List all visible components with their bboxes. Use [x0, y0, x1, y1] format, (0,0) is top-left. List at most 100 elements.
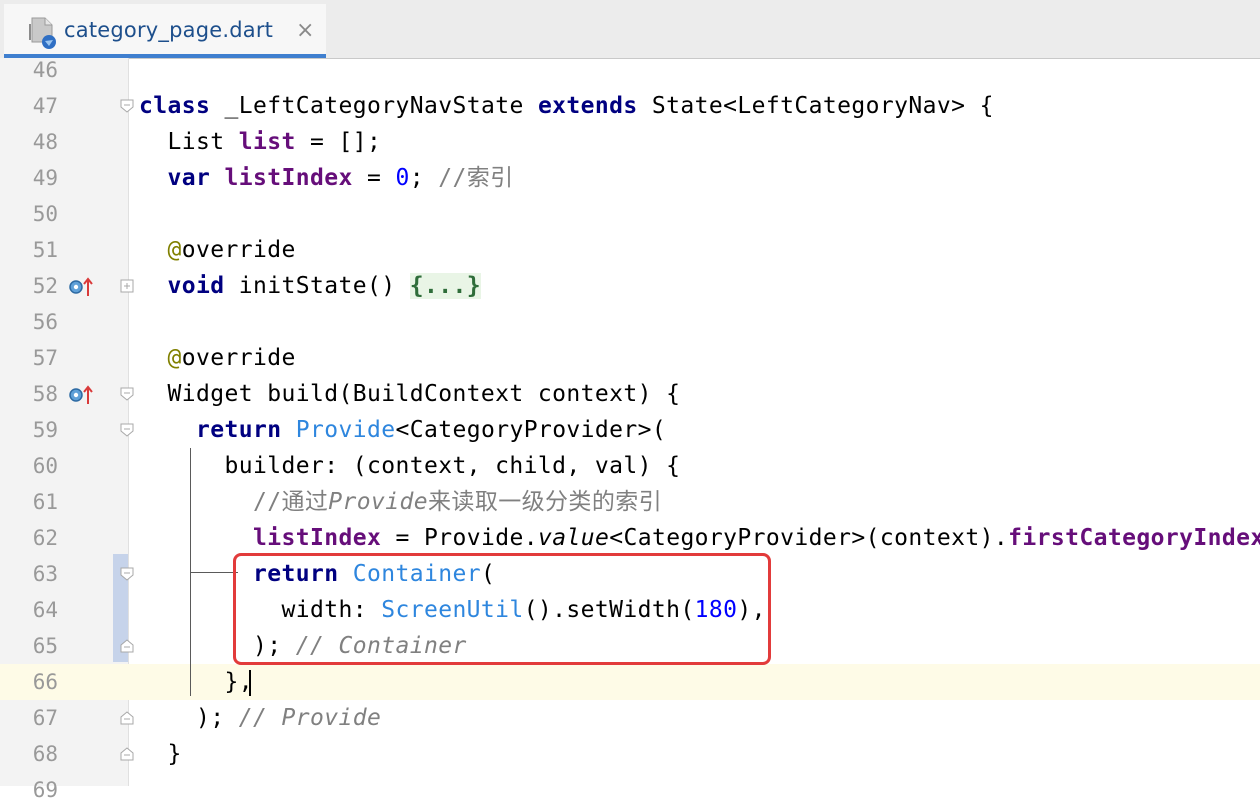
line-number: 50: [32, 202, 58, 226]
line-number: 58: [32, 382, 58, 406]
line-number: 63: [32, 562, 58, 586]
code-token: @: [167, 237, 182, 263]
code-token: State<LeftCategoryNav> {: [637, 93, 994, 119]
code-line[interactable]: 58 Widget build(BuildContext context) {: [0, 376, 1260, 412]
code-line[interactable]: 57 @override: [0, 340, 1260, 376]
code-text[interactable]: builder: (context, child, val) {: [139, 448, 680, 484]
fold-collapse-icon[interactable]: [119, 710, 135, 726]
line-number: 67: [32, 706, 58, 730]
code-token: listIndex: [224, 165, 353, 191]
code-token: <CategoryProvider>(context).: [609, 525, 1009, 551]
code-line[interactable]: 51 @override: [0, 232, 1260, 268]
code-token: List: [139, 129, 239, 155]
code-token: class: [139, 93, 211, 119]
fold-collapse-icon[interactable]: [119, 386, 135, 402]
highlight-annotation-box: [233, 553, 771, 665]
line-number: 62: [32, 526, 58, 550]
line-number: 49: [32, 166, 58, 190]
override-marker-icon[interactable]: [68, 384, 94, 406]
line-number: 56: [32, 310, 58, 334]
code-line[interactable]: 52 void initState() {...}: [0, 268, 1260, 304]
tab-title: category_page.dart: [64, 18, 274, 42]
code-line[interactable]: 62 listIndex = Provide.value<CategoryPro…: [0, 520, 1260, 556]
code-token: 来读取一级分类的索引: [428, 489, 663, 515]
code-line[interactable]: 68 }: [0, 736, 1260, 772]
line-number: 61: [32, 490, 58, 514]
code-line[interactable]: 56: [0, 304, 1260, 340]
code-token: Widget build(BuildContext context) {: [139, 381, 681, 407]
fold-collapse-icon[interactable]: [119, 638, 135, 654]
fold-expand-icon[interactable]: [119, 278, 135, 294]
code-token: return: [196, 417, 282, 443]
code-text[interactable]: //通过Provide来读取一级分类的索引: [139, 484, 662, 520]
dart-file-icon: [29, 17, 56, 49]
code-line[interactable]: 47 class _LeftCategoryNavState extends St…: [0, 88, 1260, 124]
code-text[interactable]: @override: [139, 340, 296, 376]
line-number: 52: [32, 274, 58, 298]
code-text[interactable]: listIndex = Provide.value<CategoryProvid…: [139, 520, 1260, 556]
code-token: = [];: [295, 129, 382, 155]
code-token: void: [167, 273, 225, 299]
code-text[interactable]: List list = [];: [139, 124, 381, 160]
line-number: 60: [32, 454, 58, 478]
code-token: ;: [409, 165, 439, 191]
code-line[interactable]: 46: [0, 52, 1260, 88]
code-line[interactable]: 67 ); // Provide: [0, 700, 1260, 736]
code-token: Provide: [295, 417, 396, 443]
line-number: 66: [32, 670, 58, 694]
code-line[interactable]: 50: [0, 196, 1260, 232]
code-editor[interactable]: 46 47 class _LeftCategoryNavState extends …: [0, 58, 1260, 802]
line-number: 51: [32, 238, 58, 262]
code-text[interactable]: class _LeftCategoryNavState extends Stat…: [139, 88, 994, 124]
code-token: Provide: [328, 489, 429, 515]
fold-collapse-icon[interactable]: [119, 566, 135, 582]
code-text[interactable]: return Provide<CategoryProvider>(: [139, 412, 666, 448]
code-line[interactable]: 66 },: [0, 664, 1260, 700]
code-token: override: [181, 345, 296, 371]
code-text[interactable]: var listIndex = 0; //索引: [139, 160, 514, 196]
code-text[interactable]: },: [139, 664, 253, 700]
code-text[interactable]: }: [139, 736, 182, 772]
code-line[interactable]: 59 return Provide<CategoryProvider>(: [0, 412, 1260, 448]
fold-collapse-icon[interactable]: [119, 98, 135, 114]
tab-category-page[interactable]: category_page.dart ×: [4, 4, 326, 58]
code-token: );: [139, 705, 239, 731]
code-line[interactable]: 49 var listIndex = 0; //索引: [0, 160, 1260, 196]
code-token: @: [167, 345, 182, 371]
fold-collapse-icon[interactable]: [119, 422, 135, 438]
code-text[interactable]: ); // Provide: [139, 700, 381, 736]
code-token: value: [537, 525, 610, 551]
code-line[interactable]: 61 //通过Provide来读取一级分类的索引: [0, 484, 1260, 520]
line-number: 57: [32, 346, 58, 370]
indent-guide-branch: [190, 572, 238, 573]
line-number: 69: [32, 778, 58, 802]
code-line[interactable]: 69: [0, 772, 1260, 808]
code-token: var: [167, 165, 211, 191]
override-marker-icon[interactable]: [68, 276, 94, 298]
code-text[interactable]: void initState() {...}: [139, 268, 481, 304]
code-token: listIndex: [252, 525, 382, 551]
code-token: //通过: [252, 489, 329, 515]
code-token: firstCategoryIndex: [1008, 525, 1260, 551]
code-token: initState(): [224, 273, 410, 299]
code-token: //索引: [438, 165, 514, 191]
code-text[interactable]: Widget build(BuildContext context) {: [139, 376, 680, 412]
code-line[interactable]: 48 List list = [];: [0, 124, 1260, 160]
tab-close-icon[interactable]: ×: [296, 18, 314, 43]
code-token: 0: [395, 165, 410, 191]
code-token: {...}: [409, 273, 481, 299]
code-token: builder: (context, child, val) {: [139, 453, 681, 479]
code-token: <CategoryProvider>(: [395, 417, 667, 443]
code-token: override: [181, 237, 296, 263]
fold-collapse-icon[interactable]: [119, 746, 135, 762]
code-token: = Provide.: [381, 525, 538, 551]
code-text[interactable]: @override: [139, 232, 296, 268]
code-line[interactable]: 60 builder: (context, child, val) {: [0, 448, 1260, 484]
